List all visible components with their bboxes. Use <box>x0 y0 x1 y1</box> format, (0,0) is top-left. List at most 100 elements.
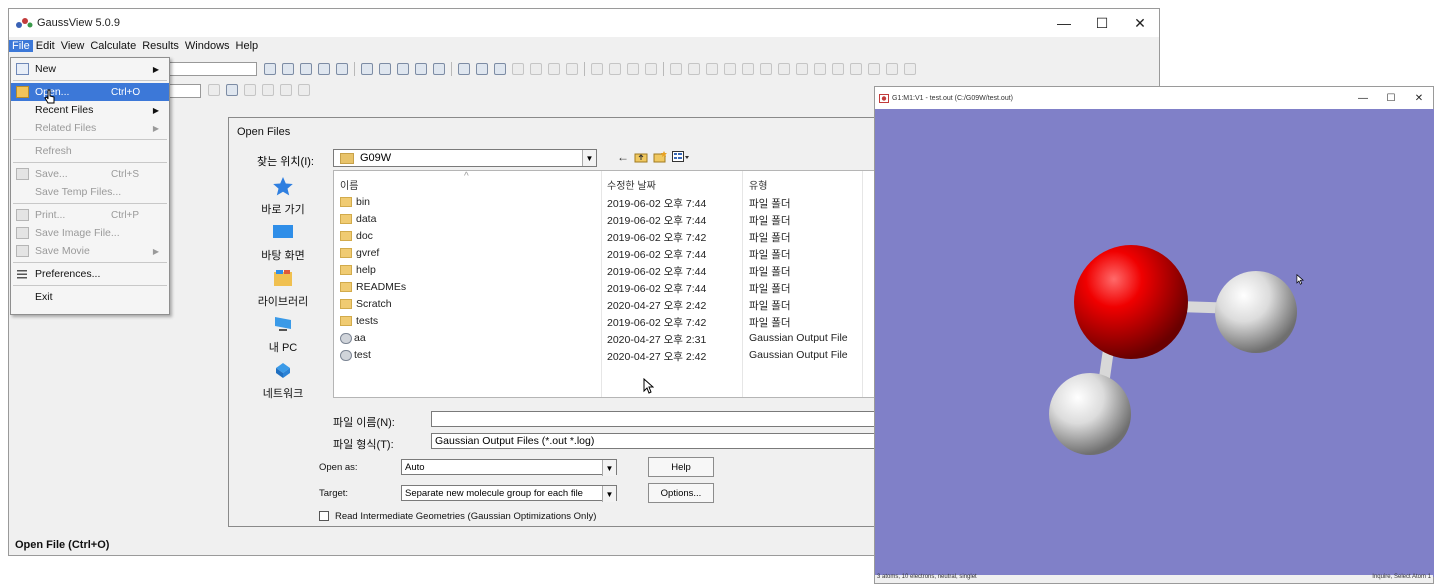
chevron-down-icon[interactable]: ▼ <box>602 460 616 476</box>
menu-item-new[interactable]: New ▶ <box>11 60 169 78</box>
add-valence-icon[interactable] <box>379 63 391 75</box>
file-row[interactable]: data 2019-06-02 오후 7:44 파일 폴더 <box>334 213 888 230</box>
view-icon[interactable] <box>208 84 220 96</box>
undo-icon[interactable] <box>670 63 682 75</box>
tile-icon[interactable] <box>850 63 862 75</box>
place-network[interactable]: 네트워크 <box>237 358 329 404</box>
menu-edit[interactable]: Edit <box>33 40 58 52</box>
results-icon[interactable] <box>226 84 238 96</box>
biological-icon[interactable] <box>778 63 790 75</box>
menu-windows[interactable]: Windows <box>182 40 233 52</box>
inquire-icon[interactable] <box>361 63 373 75</box>
save-icon[interactable] <box>512 63 524 75</box>
forward-icon[interactable] <box>298 84 310 96</box>
menu-item-save-image-file[interactable]: Save Image File... <box>11 224 169 242</box>
menu-item-open[interactable]: Open... Ctrl+O <box>11 83 169 101</box>
paste-icon[interactable] <box>627 63 639 75</box>
menu-calculate[interactable]: Calculate <box>87 40 139 52</box>
menu-item-refresh[interactable]: Refresh <box>11 142 169 160</box>
intermediate-geometries-checkbox[interactable] <box>319 511 329 521</box>
minimize-button[interactable]: — <box>1045 9 1083 37</box>
menu-item-related-files[interactable]: Related Files ▶ <box>11 119 169 137</box>
up-folder-icon[interactable] <box>634 151 648 163</box>
maximize-button[interactable]: ☐ <box>1083 9 1121 37</box>
dihedral-icon[interactable] <box>318 63 330 75</box>
menu-item-save-temp-files[interactable]: Save Temp Files... <box>11 183 169 201</box>
options-button[interactable]: Options... <box>648 483 714 503</box>
hydrogen-atom-1[interactable] <box>1215 271 1297 353</box>
chevron-down-icon[interactable]: ▼ <box>602 486 616 502</box>
look-in-select[interactable]: G09W ▼ <box>333 149 597 167</box>
filename-input[interactable] <box>431 411 887 427</box>
delete-icon[interactable] <box>645 63 657 75</box>
viewer-minimize-button[interactable]: — <box>1349 87 1377 109</box>
cascade-icon[interactable] <box>868 63 880 75</box>
clean-icon[interactable] <box>458 63 470 75</box>
file-row[interactable]: test 2020-04-27 오후 2:42 Gaussian Output … <box>334 349 888 366</box>
new-group-icon[interactable] <box>476 63 488 75</box>
custom-icon[interactable] <box>796 63 808 75</box>
place-desktop[interactable]: 바탕 화면 <box>237 220 329 266</box>
hydrogen-icon[interactable] <box>814 63 826 75</box>
secondary-field[interactable] <box>167 84 201 98</box>
menu-item-save-movie[interactable]: Save Movie ▶ <box>11 242 169 260</box>
filetype-select[interactable]: Gaussian Output Files (*.out *.log) <box>431 433 887 449</box>
layout-icon[interactable] <box>244 84 256 96</box>
viewer-close-button[interactable]: ✕ <box>1405 87 1433 109</box>
menu-item-preferences[interactable]: Preferences... <box>11 265 169 283</box>
fit-icon[interactable] <box>904 63 916 75</box>
file-row[interactable]: gvref 2019-06-02 오후 7:44 파일 폴더 <box>334 247 888 264</box>
group-icon[interactable] <box>760 63 772 75</box>
chevron-down-icon[interactable]: ▼ <box>582 150 596 166</box>
bond-icon[interactable] <box>282 63 294 75</box>
image-icon[interactable] <box>548 63 560 75</box>
menu-help[interactable]: Help <box>233 40 262 52</box>
cut-icon[interactable] <box>591 63 603 75</box>
molecule-canvas[interactable] <box>875 109 1434 577</box>
file-row[interactable]: aa 2020-04-27 오후 2:31 Gaussian Output Fi… <box>334 332 888 349</box>
menu-item-recent-files[interactable]: Recent Files ▶ <box>11 101 169 119</box>
symmetry-icon[interactable] <box>433 63 445 75</box>
print-icon[interactable] <box>530 63 542 75</box>
place-this-pc[interactable]: 내 PC <box>237 312 329 358</box>
back-arrow-icon[interactable]: ← <box>617 150 629 164</box>
info-icon[interactable] <box>832 63 844 75</box>
viewer-maximize-button[interactable]: ☐ <box>1377 87 1405 109</box>
zoom-icon[interactable] <box>886 63 898 75</box>
hydrogen-atom-2[interactable] <box>1049 373 1131 455</box>
help-button[interactable]: Help <box>648 457 714 477</box>
select-icon[interactable] <box>336 63 348 75</box>
open-folder-icon[interactable] <box>494 63 506 75</box>
open-as-select[interactable]: Auto ▼ <box>401 459 617 476</box>
close-button[interactable]: ✕ <box>1121 9 1159 37</box>
target-select[interactable]: Separate new molecule group for each fil… <box>401 485 617 502</box>
column-header-name[interactable]: 이름 <box>340 177 358 192</box>
menu-item-exit[interactable]: Exit <box>11 288 169 306</box>
file-row[interactable]: bin 2019-06-02 오후 7:44 파일 폴더 <box>334 196 888 213</box>
place-libraries[interactable]: 라이브러리 <box>237 266 329 312</box>
arrows-icon[interactable] <box>280 84 292 96</box>
oxygen-atom[interactable] <box>1074 245 1188 359</box>
file-row[interactable]: tests 2019-06-02 오후 7:42 파일 폴더 <box>334 315 888 332</box>
file-row[interactable]: help 2019-06-02 오후 7:44 파일 폴더 <box>334 264 888 281</box>
builder-icon[interactable] <box>706 63 718 75</box>
rotate-icon[interactable] <box>415 63 427 75</box>
element-field[interactable] <box>167 62 257 76</box>
grid-icon[interactable] <box>262 84 274 96</box>
angle-icon[interactable] <box>300 63 312 75</box>
menu-item-print[interactable]: Print... Ctrl+P <box>11 206 169 224</box>
column-header-type[interactable]: 유형 <box>749 177 767 192</box>
copy-icon[interactable] <box>609 63 621 75</box>
redo-icon[interactable] <box>688 63 700 75</box>
file-row[interactable]: doc 2019-06-02 오후 7:42 파일 폴더 <box>334 230 888 247</box>
column-header-date[interactable]: 수정한 날짜 <box>607 177 656 192</box>
view-menu-icon[interactable] <box>672 151 690 163</box>
menu-results[interactable]: Results <box>139 40 182 52</box>
fragment-icon[interactable] <box>724 63 736 75</box>
menu-file[interactable]: File <box>9 40 33 52</box>
toolbar-icon[interactable] <box>264 63 276 75</box>
menu-view[interactable]: View <box>58 40 88 52</box>
place-quick-access[interactable]: 바로 가기 <box>237 174 329 220</box>
delete-atom-icon[interactable] <box>397 63 409 75</box>
movie-icon[interactable] <box>566 63 578 75</box>
